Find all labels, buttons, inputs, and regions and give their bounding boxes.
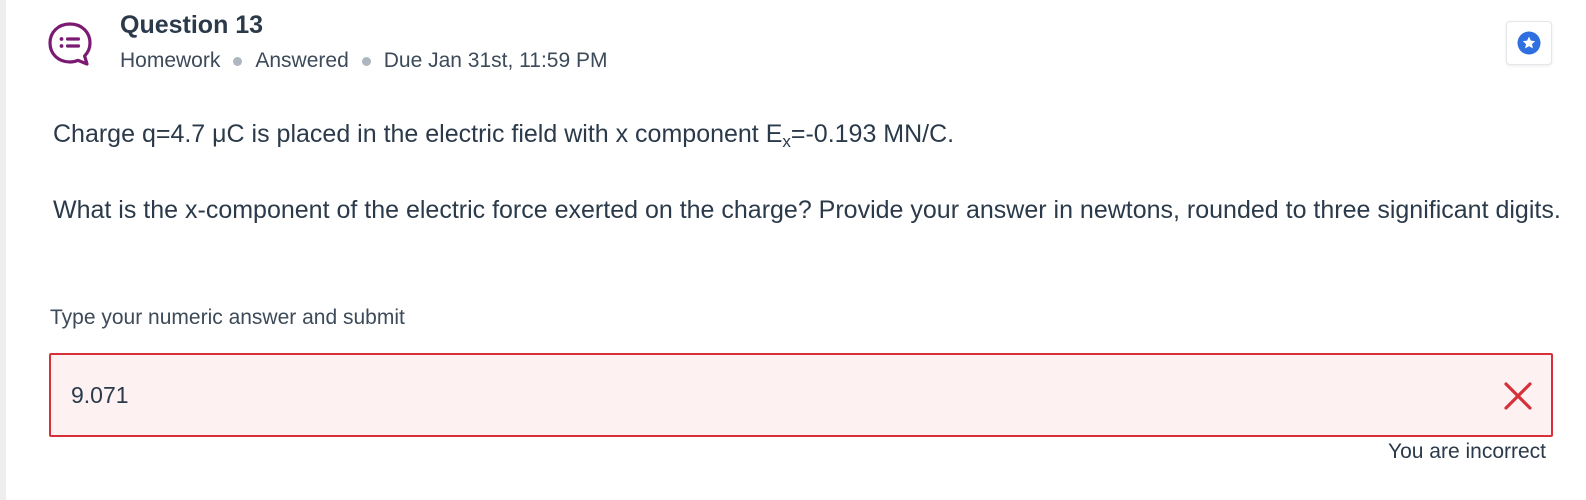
star-badge-icon — [1517, 31, 1541, 55]
question-title: Question 13 — [120, 11, 264, 39]
incorrect-x-icon — [1504, 382, 1532, 410]
bookmark-button[interactable] — [1506, 21, 1552, 65]
numeric-answer-input[interactable] — [71, 377, 1371, 413]
question-chat-icon — [48, 22, 92, 66]
meta-due-date: Due Jan 31st, 11:59 PM — [383, 49, 608, 72]
answer-field-container — [49, 353, 1553, 437]
meta-separator-dot — [361, 56, 371, 66]
question-text: Charge q=4.7 μC is placed in the electri… — [53, 116, 1563, 228]
meta-type: Homework — [120, 49, 221, 72]
meta-separator-dot — [233, 56, 243, 66]
subscript-x: x — [782, 132, 791, 151]
question-page: Question 13 Homework Answered Due Jan 31… — [0, 0, 1586, 500]
answer-feedback: You are incorrect — [1388, 440, 1546, 463]
question-meta: Homework Answered Due Jan 31st, 11:59 PM — [120, 48, 608, 74]
question-statement-part2: =-0.193 MN/C. — [790, 120, 955, 148]
question-prompt: What is the x-component of the electric … — [53, 196, 1561, 224]
question-statement-part1: Charge q=4.7 μC is placed in the electri… — [53, 120, 783, 148]
question-header: Question 13 Homework Answered Due Jan 31… — [46, 10, 608, 74]
question-statement: Charge q=4.7 μC is placed in the electri… — [53, 116, 1563, 152]
answer-label: Type your numeric answer and submit — [50, 306, 405, 329]
meta-status: Answered — [255, 49, 349, 72]
